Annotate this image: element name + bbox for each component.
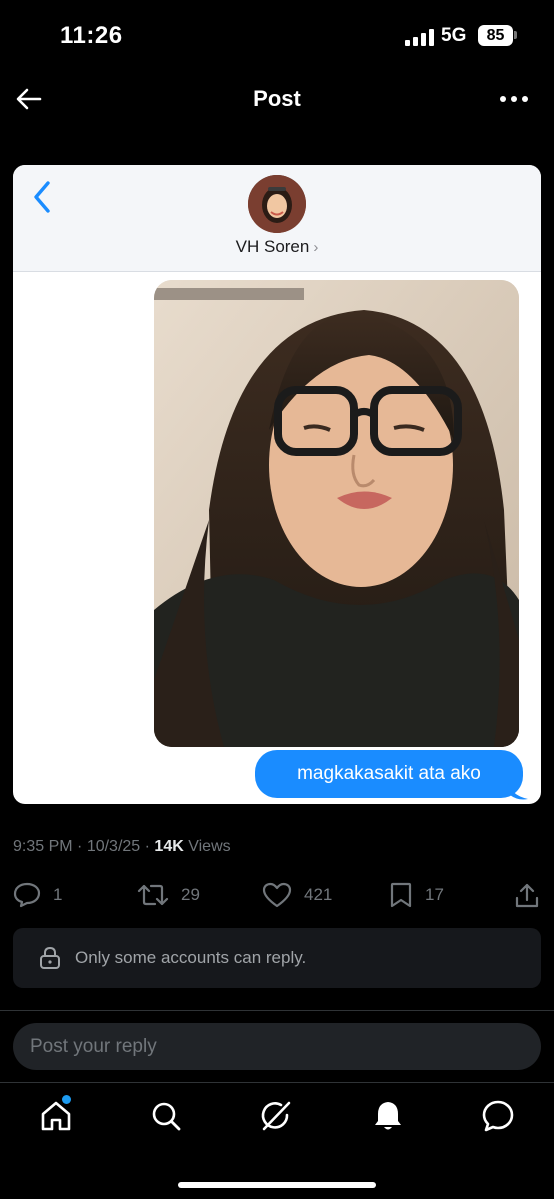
reply-input[interactable]: [13, 1023, 541, 1070]
battery-icon: 85: [478, 25, 513, 46]
search-icon[interactable]: [149, 1099, 183, 1133]
heart-icon: [262, 882, 292, 908]
post-meta: 9:35 PM · 10/3/25 · 14K Views: [13, 838, 231, 855]
share-button[interactable]: [513, 882, 541, 910]
post-time: 9:35 PM: [13, 838, 73, 855]
home-icon[interactable]: [39, 1099, 73, 1133]
action-bar: 1 29 421 17: [0, 878, 554, 914]
reply-icon: [13, 882, 41, 908]
network-type: 5G: [441, 25, 467, 46]
share-icon: [515, 883, 539, 908]
grok-icon[interactable]: [259, 1099, 293, 1133]
views-count: 14K: [154, 838, 184, 855]
repost-icon: [137, 884, 169, 906]
views-label: Views: [188, 838, 231, 855]
post-date: 10/3/25: [86, 838, 141, 855]
page-title: Post: [253, 86, 301, 111]
repost-button[interactable]: 29: [137, 882, 200, 908]
notifications-icon[interactable]: [371, 1099, 405, 1133]
post-media-screenshot[interactable]: VH Soren › magkakasakit ata ako: [13, 165, 541, 804]
reply-restriction-notice: Only some accounts can reply.: [13, 928, 541, 988]
nav-bar: Post: [0, 72, 554, 128]
status-bar: 11:26 5G 85: [0, 0, 554, 72]
more-options-icon[interactable]: [499, 95, 529, 103]
reply-restriction-text: Only some accounts can reply.: [75, 948, 307, 967]
bubble-tail: [508, 781, 528, 800]
reply-button[interactable]: 1: [13, 882, 62, 908]
imessage-back-icon: [34, 181, 50, 213]
messages-icon[interactable]: [481, 1099, 515, 1133]
imessage-header: VH Soren ›: [13, 165, 541, 272]
reply-count: 1: [53, 885, 63, 904]
message-photo: [154, 280, 519, 747]
bookmark-count: 17: [425, 885, 444, 904]
divider: [0, 1010, 554, 1011]
home-indicator: [178, 1182, 376, 1188]
bookmark-icon: [390, 882, 412, 908]
like-button[interactable]: 421: [262, 882, 332, 908]
home-notification-dot: [62, 1095, 71, 1104]
chevron-right-icon: ›: [313, 239, 319, 256]
lock-icon: [40, 946, 60, 969]
bookmark-button[interactable]: 17: [389, 882, 444, 908]
message-bubble: magkakasakit ata ako: [255, 750, 523, 798]
signal-icon: [405, 28, 435, 46]
repost-count: 29: [181, 885, 200, 904]
battery-tip: [514, 31, 517, 39]
contact-name: VH Soren ›: [235, 237, 319, 256]
reply-box[interactable]: [13, 1023, 541, 1070]
like-count: 421: [304, 885, 333, 904]
status-time: 11:26: [60, 22, 123, 49]
contact-avatar: [248, 175, 306, 233]
bottom-tab-bar: [0, 1082, 554, 1199]
